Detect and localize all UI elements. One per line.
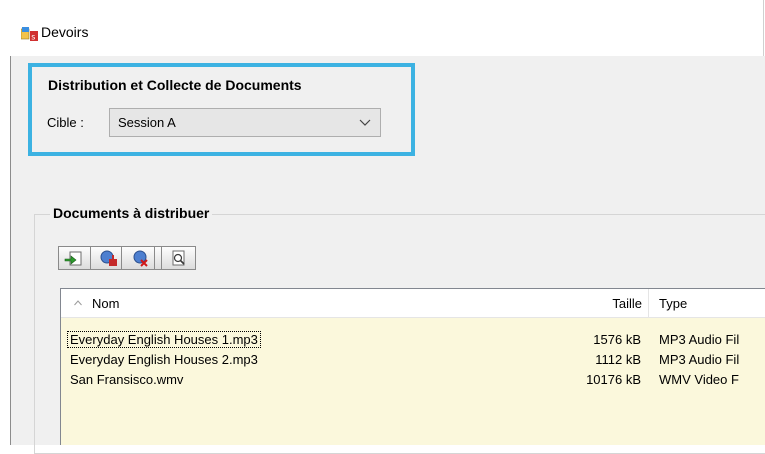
preview-icon <box>172 250 185 266</box>
file-name: Everyday English Houses 1.mp3 <box>67 331 261 348</box>
distribute-icon <box>100 250 117 266</box>
toolbar-separator <box>154 247 155 269</box>
add-document-icon <box>64 251 82 266</box>
file-size: 1576 kB <box>593 332 641 347</box>
chevron-down-icon <box>359 119 371 126</box>
file-type: MP3 Audio Fil <box>659 352 740 367</box>
preview-button[interactable] <box>167 247 191 269</box>
column-header-type[interactable]: Type <box>659 296 687 311</box>
documents-toolbar <box>58 246 196 270</box>
file-type: MP3 Audio Fil <box>659 332 740 347</box>
file-size: 10176 kB <box>586 372 641 387</box>
column-header-name[interactable]: Nom <box>92 296 119 311</box>
toolbar-separator <box>121 247 122 269</box>
file-name: Everyday English Houses 2.mp3 <box>70 352 258 367</box>
cible-dropdown[interactable]: Session A <box>109 108 381 137</box>
svg-text:s: s <box>31 33 35 42</box>
remove-document-button[interactable] <box>129 247 153 269</box>
documents-list[interactable]: Nom Taille Type Everyday English Houses … <box>60 288 765 445</box>
list-header: Nom Taille Type <box>61 289 765 318</box>
remove-document-icon <box>133 250 148 267</box>
column-divider[interactable] <box>648 289 649 317</box>
toolbar-separator <box>90 247 91 269</box>
file-size: 1112 kB <box>595 352 641 367</box>
documents-group-title: Documents à distribuer <box>50 205 213 221</box>
column-header-size[interactable]: Taille <box>598 296 642 311</box>
list-item[interactable]: Everyday English Houses 2.mp3 1112 kB MP… <box>61 350 765 370</box>
target-group-title: Distribution et Collecte de Documents <box>48 77 302 93</box>
file-type: WMV Video F <box>659 372 739 387</box>
app-icon: s <box>21 27 38 41</box>
title-bar: s Devoirs <box>0 0 765 56</box>
sort-ascending-icon <box>74 300 82 306</box>
distribute-button[interactable] <box>97 247 121 269</box>
cible-selected-value: Session A <box>118 115 176 130</box>
window-title: Devoirs <box>41 24 89 40</box>
list-item[interactable]: Everyday English Houses 1.mp3 1576 kB MP… <box>61 330 765 350</box>
cible-label: Cible : <box>47 115 84 130</box>
list-item[interactable]: San Fransisco.wmv 10176 kB WMV Video F <box>61 370 765 390</box>
window-border <box>763 0 764 56</box>
file-name: San Fransisco.wmv <box>70 372 184 387</box>
add-document-button[interactable] <box>62 247 86 269</box>
target-group: Distribution et Collecte de Documents Ci… <box>28 63 415 156</box>
toolbar-separator <box>161 247 162 269</box>
